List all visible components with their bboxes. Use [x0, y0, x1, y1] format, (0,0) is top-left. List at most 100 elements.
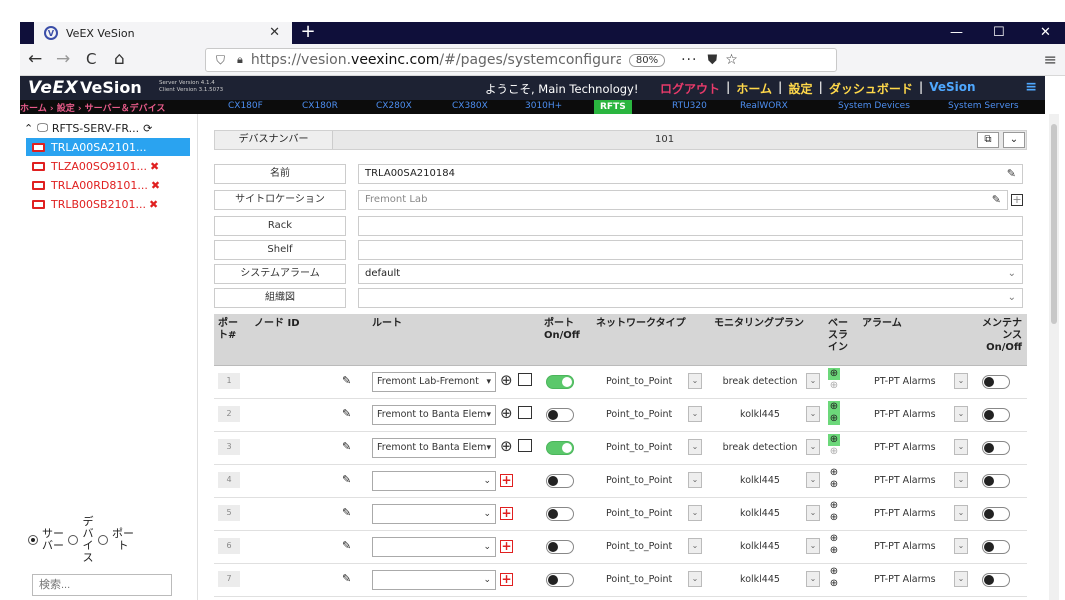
logout-link[interactable]: ログアウト [660, 80, 720, 97]
nav-3010h[interactable]: 3010H+ [525, 101, 562, 111]
system-alarm-select[interactable]: default ⌄ [358, 264, 1023, 284]
route-select[interactable]: ⌄ [372, 504, 496, 524]
page-actions-icon[interactable]: ··· [681, 52, 697, 68]
radio-device[interactable] [68, 535, 78, 545]
nav-cx180r[interactable]: CX180R [302, 101, 338, 111]
port-onoff-toggle[interactable] [546, 375, 574, 389]
back-icon[interactable]: ← [28, 49, 42, 69]
breadcrumb[interactable]: ホーム › 設定 › サーバー＆デバイス [20, 101, 165, 114]
add-route-icon[interactable]: + [500, 507, 513, 520]
add-route-icon[interactable]: + [500, 540, 513, 553]
baseline-zoom-icon[interactable]: ⊕ [828, 533, 840, 545]
nav-rtu320[interactable]: RTU320 [672, 101, 707, 111]
monitoring-plan-dropdown[interactable]: ⌄ [806, 406, 820, 422]
baseline-zoom-icon[interactable]: ⊕ [828, 368, 840, 380]
bookmark-star-icon[interactable]: ☆ [725, 52, 738, 68]
refresh-icon[interactable]: ⟳ [143, 122, 152, 135]
zoom-in-icon[interactable]: ⊕ [500, 437, 513, 455]
url-text[interactable]: https://vesion.veexinc.com/#/pages/syste… [251, 52, 621, 68]
vesion-link[interactable]: VeSion [929, 80, 975, 97]
edit-pencil-icon[interactable]: ✎ [342, 374, 351, 387]
baseline-zoom-icon[interactable]: ⊕ [828, 467, 840, 479]
maintenance-toggle[interactable] [982, 375, 1010, 389]
nav-realworx[interactable]: RealWORX [740, 101, 788, 111]
add-site-icon[interactable]: + [1011, 194, 1023, 206]
route-select[interactable]: Fremont Lab-Fremont ▾ [372, 372, 496, 392]
add-route-icon[interactable]: + [500, 474, 513, 487]
port-onoff-toggle[interactable] [546, 441, 574, 455]
baseline-zoom-icon[interactable]: ⊕ [828, 512, 840, 524]
name-field[interactable]: TRLA00SA210184 ✎ [358, 164, 1023, 184]
maintenance-toggle[interactable] [982, 408, 1010, 422]
tree-root-server[interactable]: ⌃ 🖵︎ RFTS-SERV-FR... ⟳ [24, 121, 152, 135]
network-type-dropdown[interactable]: ⌄ [688, 373, 702, 389]
alarm-dropdown[interactable]: ⌄ [954, 373, 968, 389]
nav-system-devices[interactable]: System Devices [838, 101, 910, 111]
route-select[interactable]: ⌄ [372, 537, 496, 557]
rack-field[interactable] [358, 216, 1023, 236]
maximize-icon[interactable]: ☐ [993, 22, 1005, 44]
collapse-icon[interactable]: ⌃ [24, 122, 33, 135]
edit-pencil-icon[interactable]: ✎ [342, 572, 351, 585]
copy-icon[interactable]: ⧉ [977, 132, 999, 148]
edit-pencil-icon[interactable]: ✎ [342, 506, 351, 519]
edit-pencil-icon[interactable]: ✎ [992, 191, 1001, 209]
alarm-dropdown[interactable]: ⌄ [954, 538, 968, 554]
maintenance-toggle[interactable] [982, 507, 1010, 521]
maintenance-toggle[interactable] [982, 540, 1010, 554]
edit-pencil-icon[interactable]: ✎ [1007, 165, 1016, 183]
browser-tab[interactable]: V VeEX VeSion ✕ [34, 22, 292, 44]
alarm-dropdown[interactable]: ⌄ [954, 472, 968, 488]
edit-pencil-icon[interactable]: ✎ [342, 407, 351, 420]
radio-server[interactable] [28, 535, 38, 545]
port-onoff-toggle[interactable] [546, 573, 574, 587]
scroll-thumb[interactable] [1051, 124, 1057, 324]
network-type-dropdown[interactable]: ⌄ [688, 571, 702, 587]
port-onoff-toggle[interactable] [546, 474, 574, 488]
tab-close-icon[interactable]: ✕ [269, 25, 280, 40]
maintenance-toggle[interactable] [982, 474, 1010, 488]
zoom-in-icon[interactable]: ⊕ [500, 371, 513, 389]
monitoring-plan-dropdown[interactable]: ⌄ [806, 538, 820, 554]
monitoring-plan-dropdown[interactable]: ⌄ [806, 439, 820, 455]
nav-cx380x[interactable]: CX380X [452, 101, 488, 111]
nav-system-servers[interactable]: System Servers [948, 101, 1019, 111]
home-link[interactable]: ホーム [736, 80, 772, 97]
search-input[interactable] [32, 574, 172, 596]
settings-link[interactable]: 設定 [788, 80, 812, 97]
port-onoff-toggle[interactable] [546, 540, 574, 554]
shelf-field[interactable] [358, 240, 1023, 260]
route-select[interactable]: ⌄ [372, 471, 496, 491]
add-route-icon[interactable]: + [500, 573, 513, 586]
baseline-zoom-icon[interactable]: ⊕ [828, 545, 840, 557]
minimize-icon[interactable]: — [950, 22, 963, 44]
nav-cx180f[interactable]: CX180F [228, 101, 263, 111]
url-bar[interactable]: ⛉ 🔒︎ https://vesion.veexinc.com/#/pages/… [205, 48, 837, 72]
network-type-dropdown[interactable]: ⌄ [688, 439, 702, 455]
tree-device-item[interactable]: TRLB00SB2101... ✖ [26, 195, 190, 213]
baseline-zoom-icon[interactable]: ⊕ [828, 500, 840, 512]
page-scrollbar[interactable] [1049, 114, 1059, 600]
route-select[interactable]: ⌄ [372, 570, 496, 590]
org-chart-select[interactable]: ⌄ [358, 288, 1023, 308]
edit-pencil-icon[interactable]: ✎ [342, 473, 351, 486]
tree-device-item[interactable]: TRLA00SA2101... [26, 138, 190, 156]
alarm-dropdown[interactable]: ⌄ [954, 571, 968, 587]
maintenance-toggle[interactable] [982, 441, 1010, 455]
network-type-dropdown[interactable]: ⌄ [688, 406, 702, 422]
nav-rfts[interactable]: RFTS [594, 100, 632, 114]
monitoring-plan-dropdown[interactable]: ⌄ [806, 373, 820, 389]
tree-device-item[interactable]: TLZA00SO9101... ✖ [26, 157, 190, 175]
route-select[interactable]: Fremont to Banta Elem ▾ [372, 405, 496, 425]
maintenance-toggle[interactable] [982, 573, 1010, 587]
shield-icon[interactable]: ⛉ [216, 53, 225, 68]
home-icon[interactable]: ⌂ [114, 49, 125, 69]
baseline-zoom-icon[interactable]: ⊕ [828, 578, 840, 590]
baseline-zoom-icon[interactable]: ⊕ [828, 413, 840, 425]
network-type-dropdown[interactable]: ⌄ [688, 538, 702, 554]
browser-menu-icon[interactable]: ≡ [1044, 50, 1057, 69]
pocket-icon[interactable]: ⛊ [707, 53, 717, 68]
port-onoff-toggle[interactable] [546, 408, 574, 422]
baseline-zoom-icon[interactable]: ⊕ [828, 479, 840, 491]
flag-icon[interactable] [518, 439, 532, 452]
